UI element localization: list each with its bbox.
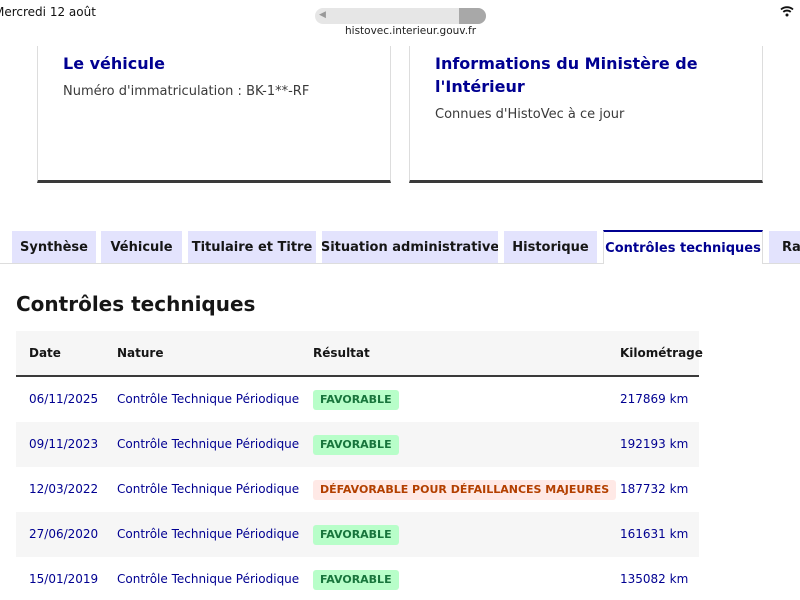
header-mileage: Kilométrage xyxy=(620,346,703,360)
header-date: Date xyxy=(29,346,61,360)
table-row: 15/01/2019 Contrôle Technique Périodique… xyxy=(16,557,699,600)
ministry-card-title-line1: Informations du Ministère de xyxy=(435,54,698,73)
tab-situation-administrative[interactable]: Situation administrative xyxy=(322,231,498,263)
row-nature: Contrôle Technique Périodique xyxy=(117,572,300,586)
status-badge: FAVORABLE xyxy=(313,570,399,590)
row-mileage: 135082 km xyxy=(620,572,689,586)
table-row: 27/06/2020 Contrôle Technique Périodique… xyxy=(16,512,699,557)
row-nature: Contrôle Technique Périodique xyxy=(117,392,300,406)
row-nature: Contrôle Technique Périodique xyxy=(117,482,300,496)
ministry-card-title: Informations du Ministère de l'Intérieur xyxy=(435,52,737,98)
status-badge: FAVORABLE xyxy=(313,525,399,545)
header-nature: Nature xyxy=(117,346,164,360)
tab-titulaire-et-titre[interactable]: Titulaire et Titre xyxy=(188,231,316,263)
tab-historique[interactable]: Historique xyxy=(504,231,597,263)
ministry-card-title-line2: l'Intérieur xyxy=(435,77,525,96)
row-mileage: 217869 km xyxy=(620,392,689,406)
row-nature: Contrôle Technique Périodique xyxy=(117,527,300,541)
header-result: Résultat xyxy=(313,346,370,360)
section-title: Contrôles techniques xyxy=(16,292,256,316)
row-date: 27/06/2020 xyxy=(29,527,99,541)
tab-synthese[interactable]: Synthèse xyxy=(12,231,96,263)
tab-controles-techniques[interactable]: Contrôles techniques xyxy=(603,230,763,264)
tab-vehicule[interactable]: Véhicule xyxy=(101,231,182,263)
inspections-table: Date Nature Résultat Kilométrage 06/11/2… xyxy=(16,331,703,600)
status-badge: DÉFAVORABLE POUR DÉFAILLANCES MAJEURES xyxy=(313,480,617,500)
table-header: Date Nature Résultat Kilométrage xyxy=(16,331,703,377)
row-date: 09/11/2023 xyxy=(29,437,99,451)
ministry-card-desc: Connues d'HistoVec à ce jour xyxy=(435,107,625,122)
status-badge: FAVORABLE xyxy=(313,390,399,410)
speaker-icon: ◀ xyxy=(319,10,326,20)
status-time: Mercredi 12 août xyxy=(0,5,96,19)
ministry-info-card: Informations du Ministère de l'Intérieur… xyxy=(409,46,763,183)
row-nature: Contrôle Technique Périodique xyxy=(117,437,300,451)
wifi-icon xyxy=(780,5,794,17)
table-row: 06/11/2025 Contrôle Technique Périodique… xyxy=(16,377,699,422)
tab-rapport[interactable]: Rap xyxy=(769,231,800,263)
row-mileage: 161631 km xyxy=(620,527,689,541)
row-mileage: 187732 km xyxy=(620,482,689,496)
row-date: 12/03/2022 xyxy=(29,482,99,496)
table-row: 12/03/2022 Contrôle Technique Périodique… xyxy=(16,467,699,512)
table-row: 09/11/2023 Contrôle Technique Périodique… xyxy=(16,422,699,467)
vehicle-card: Le véhicule Numéro d'immatriculation : B… xyxy=(37,46,391,183)
address-bar[interactable]: ◀ xyxy=(315,8,486,24)
page-url[interactable]: histovec.interieur.gouv.fr xyxy=(345,25,476,37)
row-date: 15/01/2019 xyxy=(29,572,99,586)
row-date: 06/11/2025 xyxy=(29,392,99,406)
tab-bar: Synthèse Véhicule Titulaire et Titre Sit… xyxy=(0,230,800,264)
registration-number: Numéro d'immatriculation : BK-1**-RF xyxy=(63,84,310,99)
status-badge: FAVORABLE xyxy=(313,435,399,455)
address-bar-thumb xyxy=(459,8,486,24)
status-bar: Mercredi 12 août ◀ histovec.interieur.go… xyxy=(0,0,800,37)
vehicle-card-title: Le véhicule xyxy=(63,54,165,73)
row-mileage: 192193 km xyxy=(620,437,689,451)
